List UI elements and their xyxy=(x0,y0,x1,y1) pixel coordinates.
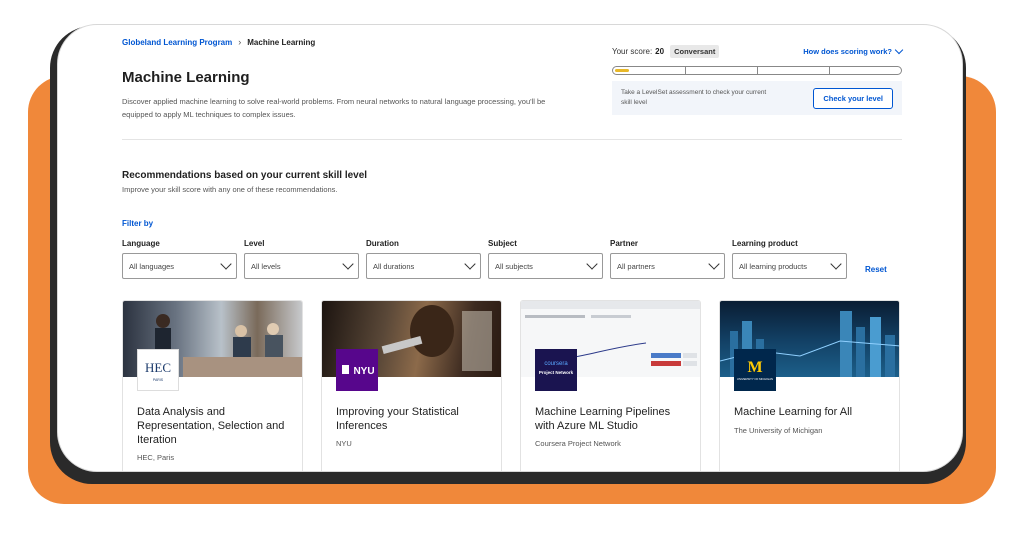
course-title[interactable]: Machine Learning for All xyxy=(734,405,889,419)
progress-tick xyxy=(829,67,830,74)
filter-label: Duration xyxy=(366,239,399,248)
umich-logo-mark: M UNIVERSITY OF MICHIGAN xyxy=(737,359,773,381)
select-value: All durations xyxy=(373,261,415,271)
levelset-box: Take a LevelSet assessment to check your… xyxy=(612,81,902,115)
progress-tick xyxy=(685,67,686,74)
progress-tick xyxy=(757,67,758,74)
course-partner: The University of Michigan xyxy=(734,426,823,435)
umich-logo-sub: UNIVERSITY OF MICHIGAN xyxy=(737,377,773,381)
skill-level-badge: Conversant xyxy=(670,45,720,58)
scoring-help-label: How does scoring work? xyxy=(803,47,892,56)
recommendations-subtitle: Improve your skill score with any one of… xyxy=(122,185,338,194)
hec-logo-sub: PARIS xyxy=(153,378,164,382)
course-card[interactable]: HEC PARIS Data Analysis and Representati… xyxy=(122,300,303,471)
filter-label: Language xyxy=(122,239,160,248)
progress-fill xyxy=(615,69,630,72)
browser-card: Globeland Learning Program › Machine Lea… xyxy=(57,24,963,472)
score-value: 20 xyxy=(655,47,665,56)
course-partner: Coursera Project Network xyxy=(535,439,621,448)
umich-logo-text: M xyxy=(747,359,762,376)
umich-logo: M UNIVERSITY OF MICHIGAN xyxy=(734,349,776,391)
course-title[interactable]: Machine Learning Pipelines with Azure ML… xyxy=(535,405,690,433)
coursera-logo-mark: coursera Project Network xyxy=(539,361,574,375)
filter-duration: Duration All durations xyxy=(366,239,481,279)
score-row: Your score: 20 Conversant How does scori… xyxy=(612,45,904,58)
select-value: All languages xyxy=(129,261,175,271)
hec-logo: HEC PARIS xyxy=(137,349,179,391)
nyu-logo: NYU xyxy=(336,349,378,391)
scoring-help-link[interactable]: How does scoring work? xyxy=(803,45,904,56)
chevron-down-icon xyxy=(342,258,354,270)
filter-row: Language All languages Level All levels … xyxy=(122,239,847,279)
partner-select[interactable]: All partners xyxy=(610,253,725,279)
check-level-button[interactable]: Check your level xyxy=(813,87,893,109)
duration-select[interactable]: All durations xyxy=(366,253,481,279)
filter-level: Level All levels xyxy=(244,239,359,279)
chevron-down-icon xyxy=(708,258,720,270)
filter-label: Subject xyxy=(488,239,517,248)
select-value: All levels xyxy=(251,261,281,271)
course-card[interactable]: M UNIVERSITY OF MICHIGAN Machine Learnin… xyxy=(719,300,900,471)
filter-language: Language All languages xyxy=(122,239,237,279)
filter-subject: Subject All subjects xyxy=(488,239,603,279)
filter-label: Level xyxy=(244,239,265,248)
coursera-project-network-logo: coursera Project Network xyxy=(535,349,577,391)
select-value: All partners xyxy=(617,261,655,271)
chevron-down-icon xyxy=(220,258,232,270)
filter-by-heading: Filter by xyxy=(122,219,154,228)
recommendations-title: Recommendations based on your current sk… xyxy=(122,170,368,181)
section-divider xyxy=(122,139,902,140)
chevron-down-icon xyxy=(464,258,476,270)
course-partner: HEC, Paris xyxy=(137,453,175,462)
page-description: Discover applied machine learning to sol… xyxy=(122,97,546,119)
nyu-logo-text: NYU xyxy=(353,366,374,377)
coursera-logo-sub: Project Network xyxy=(539,370,574,375)
chevron-down-icon xyxy=(830,258,842,270)
course-card[interactable]: NYU Improving your Statistical Inference… xyxy=(321,300,502,471)
language-select[interactable]: All languages xyxy=(122,253,237,279)
breadcrumb-parent-link[interactable]: Globeland Learning Program xyxy=(122,38,232,47)
subject-select[interactable]: All subjects xyxy=(488,253,603,279)
chevron-down-icon xyxy=(586,258,598,270)
score-label: Your score: xyxy=(612,47,653,56)
course-card[interactable]: coursera Project Network Machine Learnin… xyxy=(520,300,701,471)
select-value: All subjects xyxy=(495,261,533,271)
skill-progress-bar xyxy=(612,66,902,75)
page-title: Machine Learning xyxy=(122,69,250,86)
levelset-text: Take a LevelSet assessment to check your… xyxy=(621,89,767,106)
level-select[interactable]: All levels xyxy=(244,253,359,279)
coursera-logo-text: coursera xyxy=(544,361,568,367)
filter-partner: Partner All partners xyxy=(610,239,725,279)
breadcrumb-current: Machine Learning xyxy=(247,37,316,47)
filter-learning-product: Learning product All learning products xyxy=(732,239,847,279)
course-title[interactable]: Data Analysis and Representation, Select… xyxy=(137,405,292,447)
filter-label: Learning product xyxy=(732,239,798,248)
reset-filters-link[interactable]: Reset xyxy=(865,265,887,274)
course-cards: HEC PARIS Data Analysis and Representati… xyxy=(122,300,900,471)
chevron-right-icon: › xyxy=(238,37,242,47)
course-partner: NYU xyxy=(336,439,352,448)
score-panel: Your score: 20 Conversant How does scori… xyxy=(612,45,904,115)
nyu-logo-mark: NYU xyxy=(342,365,375,377)
hec-logo-text: HEC xyxy=(145,360,171,375)
select-value: All learning products xyxy=(739,261,807,271)
learning-product-select[interactable]: All learning products xyxy=(732,253,847,279)
hec-logo-mark: HEC PARIS xyxy=(145,360,171,382)
course-title[interactable]: Improving your Statistical Inferences xyxy=(336,405,491,433)
filter-label: Partner xyxy=(610,239,639,248)
chevron-down-icon xyxy=(894,45,904,55)
breadcrumb: Globeland Learning Program › Machine Lea… xyxy=(122,37,315,47)
